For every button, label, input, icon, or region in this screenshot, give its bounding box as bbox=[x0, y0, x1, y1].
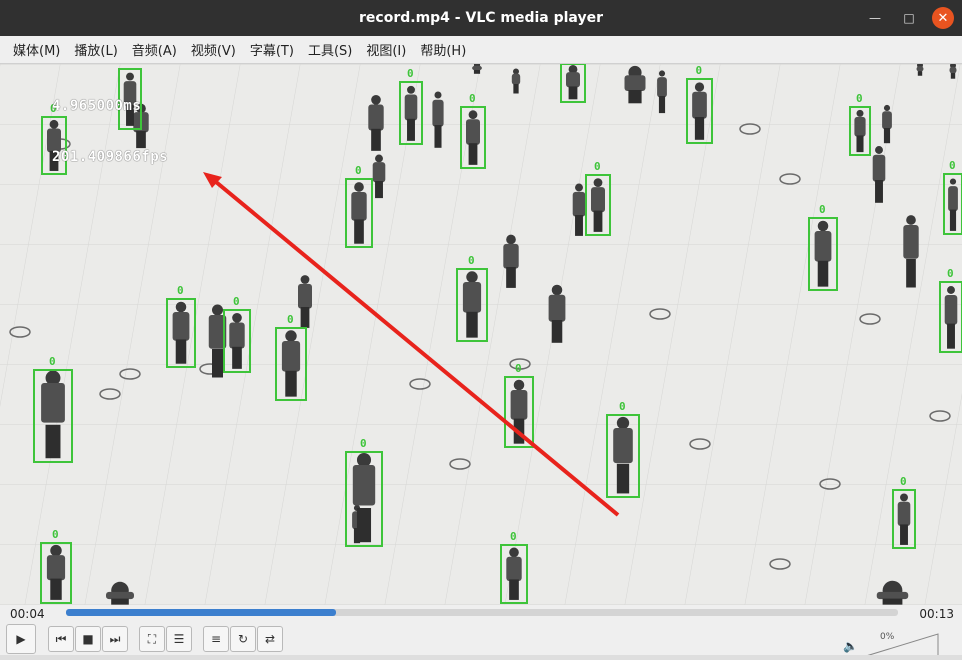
detection-class-label: 0 bbox=[126, 64, 133, 67]
detection-class-label: 0 bbox=[468, 254, 475, 267]
fullscreen-button[interactable]: ⛶ bbox=[139, 626, 165, 652]
control-panel: 00:04 00:13 ▶ ⏮ ■ ⏭ ⛶ ☰ ≡ ↻ ⇄ 🔈 0% bbox=[0, 605, 962, 660]
window-title: record.mp4 - VLC media player bbox=[359, 10, 603, 26]
menu-playback[interactable]: 播放(L) bbox=[67, 40, 124, 59]
detection-class-label: 0 bbox=[900, 475, 907, 488]
close-icon[interactable]: ✕ bbox=[932, 7, 954, 29]
menu-audio[interactable]: 音频(A) bbox=[125, 40, 184, 59]
detection-class-label: 0 bbox=[510, 530, 517, 543]
detection-class-label: 0 bbox=[52, 528, 59, 541]
detection-class-label: 0 bbox=[856, 92, 863, 105]
menu-bar: 媒体(M) 播放(L) 音频(A) 视频(V) 字幕(T) 工具(S) 视图(I… bbox=[0, 36, 962, 64]
volume-percent: 0% bbox=[880, 632, 895, 642]
detection-class-label: 0 bbox=[819, 203, 826, 216]
detection-class-label: 0 bbox=[619, 400, 626, 413]
play-button[interactable]: ▶ bbox=[6, 624, 36, 654]
shuffle-button[interactable]: ⇄ bbox=[257, 626, 283, 652]
detection-class-label: 0 bbox=[696, 64, 703, 77]
volume-slider[interactable] bbox=[864, 630, 940, 658]
fullscreen-icon: ⛶ bbox=[147, 631, 157, 646]
maximize-icon[interactable]: □ bbox=[898, 7, 920, 29]
detection-class-label: 0 bbox=[233, 295, 240, 308]
skip-back-icon: ⏮ bbox=[55, 631, 67, 646]
speaker-icon[interactable]: 🔈 bbox=[843, 639, 858, 653]
menu-subtitle[interactable]: 字幕(T) bbox=[243, 40, 301, 59]
title-bar: record.mp4 - VLC media player — □ ✕ bbox=[0, 0, 962, 36]
fps-label: 201.409866fps bbox=[52, 149, 169, 165]
detection-class-label: 0 bbox=[360, 437, 367, 450]
shuffle-icon: ⇄ bbox=[264, 632, 276, 646]
detection-class-label: 0 bbox=[594, 160, 601, 173]
detection-class-label: 0 bbox=[355, 164, 362, 177]
extended-settings-button[interactable]: ☰ bbox=[166, 626, 192, 652]
menu-video[interactable]: 视频(V) bbox=[184, 40, 243, 59]
video-frame: 00000000000000000000000 bbox=[0, 64, 962, 605]
menu-tools[interactable]: 工具(S) bbox=[301, 40, 359, 59]
detection-class-label: 0 bbox=[287, 313, 294, 326]
menu-media[interactable]: 媒体(M) bbox=[6, 40, 67, 59]
inference-time-label: 4.965000ms bbox=[52, 98, 142, 114]
total-time: 00:13 bbox=[919, 607, 954, 621]
minimize-icon[interactable]: — bbox=[864, 7, 886, 29]
stop-button[interactable]: ■ bbox=[75, 626, 101, 652]
detection-class-label: 0 bbox=[49, 355, 56, 368]
seek-bar[interactable] bbox=[66, 609, 898, 616]
detection-class-label: 0 bbox=[469, 92, 476, 105]
video-area[interactable]: 00000000000000000000000 4.965000ms 201.4… bbox=[0, 64, 962, 605]
detection-class-label: 0 bbox=[407, 67, 414, 80]
equalizer-icon: ☰ bbox=[173, 632, 185, 646]
detection-class-label: 0 bbox=[177, 284, 184, 297]
loop-button[interactable]: ↻ bbox=[230, 626, 256, 652]
menu-help[interactable]: 帮助(H) bbox=[413, 40, 473, 59]
play-icon: ▶ bbox=[16, 632, 26, 646]
detection-class-label: 0 bbox=[947, 267, 954, 280]
next-button[interactable]: ⏭ bbox=[102, 626, 128, 652]
skip-forward-icon: ⏭ bbox=[109, 631, 121, 646]
detection-class-label: 0 bbox=[949, 159, 956, 172]
stop-icon: ■ bbox=[82, 632, 94, 646]
playlist-button[interactable]: ≡ bbox=[203, 626, 229, 652]
bottom-tabs-strip bbox=[0, 655, 962, 660]
previous-button[interactable]: ⏮ bbox=[48, 626, 74, 652]
playlist-icon: ≡ bbox=[210, 632, 222, 646]
loop-icon: ↻ bbox=[237, 632, 249, 646]
menu-view[interactable]: 视图(I) bbox=[359, 40, 413, 59]
elapsed-time: 00:04 bbox=[10, 607, 45, 621]
detection-class-label: 0 bbox=[515, 362, 522, 375]
window-controls: — □ ✕ bbox=[864, 0, 954, 36]
seek-bar-progress bbox=[66, 609, 337, 616]
